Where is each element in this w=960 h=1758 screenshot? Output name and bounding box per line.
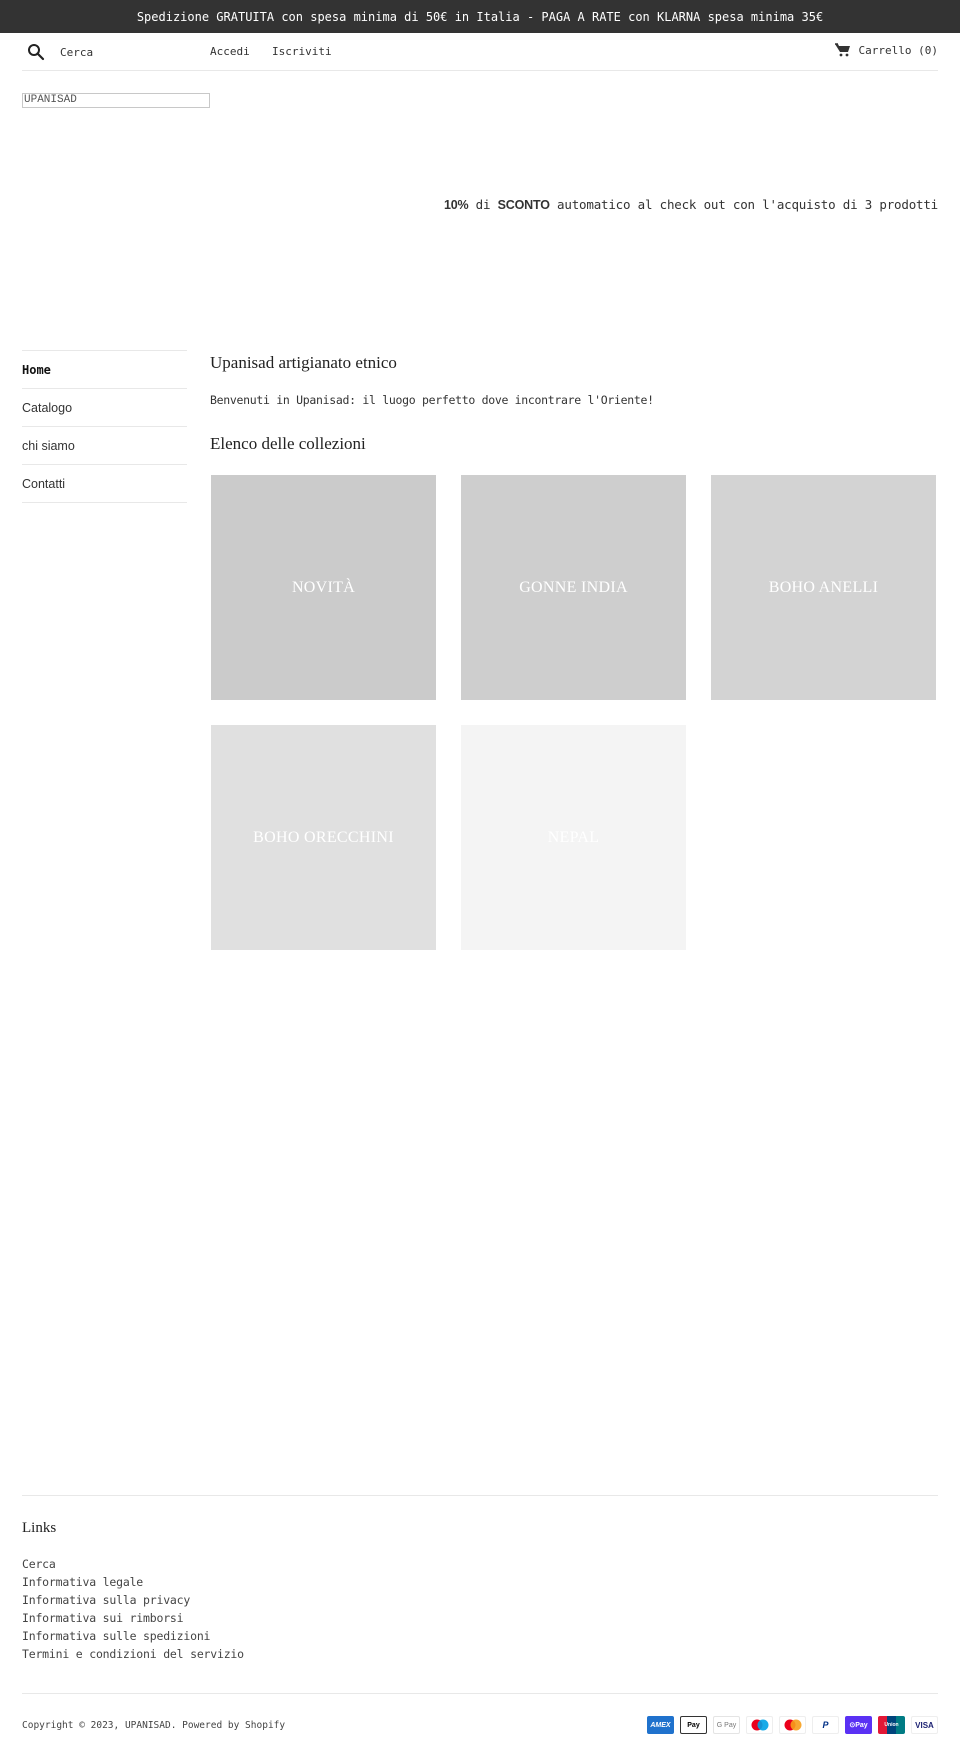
collection-label: GONNE INDIA: [519, 578, 628, 596]
announcement-bar: Spedizione GRATUITA con spesa minima di …: [0, 0, 960, 33]
collections-title: Elenco delle collezioni: [210, 434, 366, 453]
site-logo[interactable]: UPANISAD: [22, 93, 210, 108]
footer-link-privacy[interactable]: Informativa sulla privacy: [22, 1593, 190, 1607]
footer-link-refund[interactable]: Informativa sui rimborsi: [22, 1611, 184, 1625]
footer-links-title: Links: [22, 1520, 57, 1536]
search-input[interactable]: [60, 42, 200, 62]
footer-link-legal[interactable]: Informativa legale: [22, 1575, 143, 1589]
footer-link-terms[interactable]: Termini e condizioni del servizio: [22, 1647, 244, 1661]
promo-sconto: SCONTO: [497, 198, 550, 212]
login-link[interactable]: Accedi: [210, 45, 250, 58]
register-link[interactable]: Iscriviti: [272, 45, 332, 58]
announcement-text: Spedizione GRATUITA con spesa minima di …: [136, 9, 824, 24]
cart-label: Carrello (0): [858, 43, 938, 57]
footer-link-shipping[interactable]: Informativa sulle spedizioni: [22, 1629, 210, 1643]
promo-di: di: [468, 197, 498, 212]
footer-link-cerca[interactable]: Cerca: [22, 1557, 56, 1571]
google-pay-icon: G Pay: [713, 1716, 740, 1734]
collection-label: BOHO ANELLI: [768, 578, 879, 596]
shop-pay-icon: ⊙Pay: [845, 1716, 872, 1734]
sidebar-item-chi-siamo[interactable]: chi siamo: [22, 427, 187, 465]
collection-tile-gonne-india[interactable]: GONNE INDIA: [461, 475, 686, 700]
page-title: Upanisad artigianato etnico: [210, 353, 397, 372]
footer-divider-bottom: [22, 1693, 938, 1694]
mastercard-circles: [784, 1719, 801, 1731]
visa-icon: VISA: [911, 1716, 938, 1734]
cart-icon: [834, 43, 850, 57]
collection-tile-boho-orecchini[interactable]: BOHO ORECCHINI: [211, 725, 436, 950]
sidebar-nav: Home Catalogo chi siamo Contatti: [22, 350, 187, 503]
sidebar-item-catalogo[interactable]: Catalogo: [22, 389, 187, 427]
promo-banner: 10% di SCONTO automatico al check out co…: [444, 197, 938, 212]
paypal-icon: P: [812, 1716, 839, 1734]
site-header: Accedi Iscriviti Carrello (0): [22, 33, 938, 71]
mastercard-icon: [779, 1716, 806, 1734]
collection-tile-novita[interactable]: NOVITÀ: [211, 475, 436, 700]
maestro-icon: [746, 1716, 773, 1734]
collection-label: NOVITÀ: [291, 578, 356, 596]
sidebar-item-contatti[interactable]: Contatti: [22, 465, 187, 503]
collection-tile-nepal[interactable]: NEPAL: [461, 725, 686, 950]
collection-tile-boho-anelli[interactable]: BOHO ANELLI: [711, 475, 936, 700]
promo-percent: 10%: [443, 198, 469, 212]
maestro-circles: [751, 1719, 768, 1731]
cart-link[interactable]: Carrello (0): [834, 43, 938, 57]
search-icon[interactable]: [27, 43, 45, 61]
payment-icons: AMEX Pay G Pay P ⊙Pay Union VISA: [647, 1716, 938, 1734]
unionpay-icon: Union: [878, 1716, 905, 1734]
promo-rest: automatico al check out con l'acquisto d…: [549, 197, 938, 212]
intro-text: Benvenuti in Upanisad: il luogo perfetto…: [210, 393, 654, 407]
footer-links: Cerca Informativa legale Informativa sul…: [22, 1553, 244, 1661]
collection-label: NEPAL: [547, 828, 600, 846]
amex-icon: AMEX: [647, 1716, 674, 1734]
collection-label: BOHO ORECCHINI: [253, 828, 394, 846]
footer-divider: [22, 1495, 938, 1496]
sidebar-item-home[interactable]: Home: [22, 351, 187, 389]
apple-pay-icon: Pay: [680, 1716, 707, 1734]
copyright: Copyright © 2023, UPANISAD. Powered by S…: [22, 1720, 286, 1731]
